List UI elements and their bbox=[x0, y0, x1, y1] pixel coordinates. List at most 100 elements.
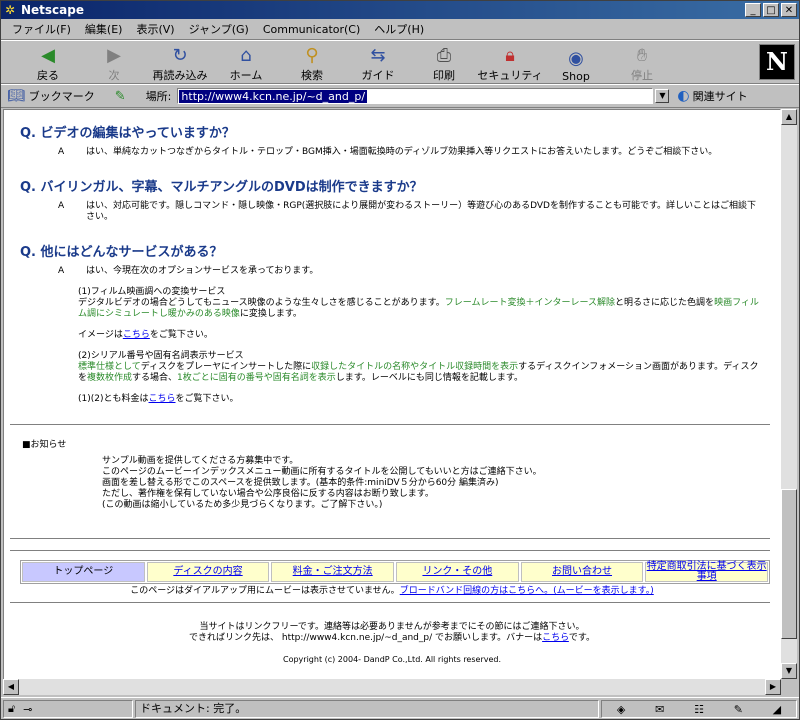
menu-communicator[interactable]: Communicator(C) bbox=[256, 23, 367, 36]
service-2-highlight: 標準仕様として bbox=[78, 362, 141, 372]
menu-edit[interactable]: 編集(E) bbox=[78, 21, 130, 37]
page-proxy-icon[interactable]: ✎ bbox=[115, 89, 126, 104]
fee-text: (1)(2)とも料金は bbox=[78, 394, 149, 404]
scroll-right-button[interactable]: ▶ bbox=[765, 679, 781, 695]
padlock-icon: 🔒︎ bbox=[505, 45, 515, 66]
menu-go[interactable]: ジャンプ(G) bbox=[182, 21, 256, 37]
location-bar: 📖︎ ブックマーク ✎ 場所: http://www4.kcn.ne.jp/~d… bbox=[1, 84, 799, 108]
divider bbox=[10, 538, 770, 540]
navigator-icon[interactable]: ◈ bbox=[617, 703, 625, 716]
bookmarks-button[interactable]: 📖︎ ブックマーク bbox=[7, 88, 95, 104]
notice-line: このページのムービーインデックスメニュー動画に所有するタイトルを公開してもいいと… bbox=[102, 467, 542, 477]
divider bbox=[10, 602, 770, 604]
shop-button[interactable]: ◉ Shop bbox=[543, 43, 609, 83]
notice-body: サンプル動画を提供してくださる方募集中です。 このページのムービーインデックスメ… bbox=[102, 456, 742, 511]
maximize-button[interactable]: □ bbox=[763, 3, 779, 17]
component-bar: ◈ ✉ ☷ ✎ ◢ bbox=[601, 700, 797, 718]
notice-line: ただし、著作権を保有していない場合や公序良俗に反する内容はお断り致します。 bbox=[102, 489, 434, 499]
footer-text: できればリンク先は、 http://www4.kcn.ne.jp/~d_and_… bbox=[189, 633, 543, 643]
notice-line: (この動画は縮小しているため多少見づらくなります。ご了解下さい。) bbox=[102, 500, 383, 510]
service-2-highlight: 収録したタイトルの名称やタイトル収録時間を表示 bbox=[311, 362, 519, 372]
shop-label: Shop bbox=[562, 70, 590, 83]
discussion-icon[interactable]: ☷ bbox=[694, 703, 704, 716]
netscape-app-icon: ✲ bbox=[4, 3, 16, 17]
security-indicator[interactable]: 🔓︎ ⊸ bbox=[3, 700, 133, 718]
page-content: Q. ビデオの編集はやっていますか？ A はい、単純なカットつなぎからタイトル・… bbox=[3, 109, 781, 681]
service-1-highlight: フレームレート変換＋インターレース解除 bbox=[444, 298, 616, 308]
back-label: 戻る bbox=[37, 69, 59, 82]
resize-grip-icon[interactable]: ◢ bbox=[773, 703, 781, 716]
scroll-down-button[interactable]: ▼ bbox=[781, 663, 797, 679]
nav-top-page[interactable]: トップページ bbox=[22, 562, 145, 582]
minimize-button[interactable]: _ bbox=[745, 3, 761, 17]
service-2-desc: 標準仕様としてディスクをプレーヤにインサートした際に収録したタイトルの名称やタイ… bbox=[78, 362, 760, 384]
dialup-text: このページはダイアルアップ用にムービーは表示させていません。 bbox=[130, 586, 400, 596]
nav-disc-contents[interactable]: ディスクの内容 bbox=[146, 562, 270, 582]
printer-icon: ⎙ bbox=[436, 45, 452, 66]
nav-commerce-law[interactable]: 特定商取引法に基づく表示事項 bbox=[645, 562, 769, 582]
reload-button[interactable]: ↻ 再読み込み bbox=[147, 43, 213, 83]
netscape-logo[interactable]: N bbox=[759, 44, 795, 80]
service-1-image-link[interactable]: こちら bbox=[123, 330, 150, 340]
nav-pricing[interactable]: 料金・ご注文方法 bbox=[271, 562, 395, 582]
answer-mark: A bbox=[58, 266, 65, 276]
footer-line-1: 当サイトはリンクフリーです。連絡等は必要ありませんが参考までにその節にはご連絡下… bbox=[199, 622, 585, 632]
notice-line: 画面を差し替える形でこのスペースを提供致します。(基本的条件:miniDV５分か… bbox=[102, 478, 499, 488]
menu-file[interactable]: ファイル(F) bbox=[5, 21, 78, 37]
footer-text: です。 bbox=[568, 633, 595, 643]
fee-line: (1)(2)とも料金はこちらをご覧下さい。 bbox=[78, 394, 760, 405]
related-sites-label: 関連サイト bbox=[692, 90, 748, 103]
status-message: ドキュメント: 完了。 bbox=[135, 700, 599, 718]
answer-text: はい、今現在次のオプションサービスを承っております。 bbox=[86, 266, 319, 276]
service-1-text: と明るさに応じた色調を bbox=[615, 298, 715, 308]
close-button[interactable]: ✕ bbox=[781, 3, 797, 17]
related-sites-button[interactable]: ◐ 関連サイト bbox=[677, 88, 747, 104]
service-1-image-text: イメージは bbox=[78, 330, 123, 340]
horizontal-scrollbar[interactable]: ◀ ▶ bbox=[3, 679, 781, 695]
guide-label: ガイド bbox=[361, 69, 395, 82]
security-button[interactable]: 🔒︎ セキュリティ bbox=[477, 43, 543, 83]
scroll-up-button[interactable]: ▲ bbox=[781, 109, 797, 125]
reload-icon: ↻ bbox=[172, 45, 188, 66]
service-1-image-line: イメージはこちらをご覧下さい。 bbox=[78, 330, 760, 341]
bookmarks-label: ブックマーク bbox=[28, 90, 95, 103]
nav-links[interactable]: リンク・その他 bbox=[396, 562, 519, 582]
browser-window: ✲ Netscape _ □ ✕ ファイル(F) 編集(E) 表示(V) ジャン… bbox=[0, 0, 800, 720]
service-2-highlight: 1枚ごとに固有の番号や固有名詞を表示 bbox=[177, 373, 336, 383]
menu-help[interactable]: ヘルプ(H) bbox=[367, 21, 431, 37]
fee-link[interactable]: こちら bbox=[149, 394, 176, 404]
service-2-text: する場合、 bbox=[132, 373, 178, 383]
faq-answer-3: A はい、今現在次のオプションサービスを承っております。 bbox=[58, 266, 760, 277]
faq-answer-2: A はい、対応可能です。隠しコマンド・隠し映像・RGP(選択肢により展開が変わる… bbox=[58, 201, 760, 223]
answer-text: はい、対応可能です。隠しコマンド・隠し映像・RGP(選択肢により展開が変わるスト… bbox=[86, 201, 757, 222]
copyright: Copyright (c) 2004- DandP Co.,Ltd. All r… bbox=[282, 655, 502, 664]
menu-view[interactable]: 表示(V) bbox=[129, 21, 181, 37]
scroll-left-button[interactable]: ◀ bbox=[3, 679, 19, 695]
service-1-desc: デジタルビデオの場合どうしてもニュース映像のような生々しさを感じることがあります… bbox=[78, 298, 760, 320]
notice-line: サンプル動画を提供してくださる方募集中です。 bbox=[102, 456, 299, 466]
print-button[interactable]: ⎙ 印刷 bbox=[411, 43, 477, 83]
location-label: 場所: bbox=[145, 90, 172, 103]
answer-mark: A bbox=[58, 201, 65, 211]
home-icon: ⌂ bbox=[240, 45, 252, 66]
url-dropdown-button[interactable]: ▼ bbox=[655, 89, 670, 103]
window-title: Netscape bbox=[21, 3, 84, 17]
scroll-thumb[interactable] bbox=[781, 489, 797, 639]
composer-icon[interactable]: ✎ bbox=[734, 703, 743, 716]
forward-button[interactable]: ▶ 次 bbox=[81, 43, 147, 83]
guide-button[interactable]: ⇆ ガイド bbox=[345, 43, 411, 83]
vertical-scrollbar[interactable]: ▲ ▼ bbox=[781, 109, 797, 679]
guide-signpost-icon: ⇆ bbox=[370, 45, 386, 66]
status-bar: 🔓︎ ⊸ ドキュメント: 完了。 ◈ ✉ ☷ ✎ ◢ bbox=[1, 697, 799, 719]
forward-arrow-icon: ▶ bbox=[107, 45, 121, 66]
home-button[interactable]: ⌂ ホーム bbox=[213, 43, 279, 83]
stop-button[interactable]: ✋︎ 停止 bbox=[609, 43, 675, 83]
service-1-text: デジタルビデオの場合どうしてもニュース映像のような生々しさを感じることがあります… bbox=[78, 298, 445, 308]
back-button[interactable]: ◀ 戻る bbox=[15, 43, 81, 83]
banner-link[interactable]: こちら bbox=[542, 633, 569, 643]
nav-contact[interactable]: お問い合わせ bbox=[520, 562, 644, 582]
search-button[interactable]: ⚲ 検索 bbox=[279, 43, 345, 83]
mail-icon[interactable]: ✉ bbox=[655, 703, 664, 716]
url-field[interactable]: http://www4.kcn.ne.jp/~d_and_p/ bbox=[177, 88, 654, 104]
broadband-link[interactable]: ブロードバンド回線の方はこちらへ。(ムービーを表示します。) bbox=[400, 586, 654, 596]
